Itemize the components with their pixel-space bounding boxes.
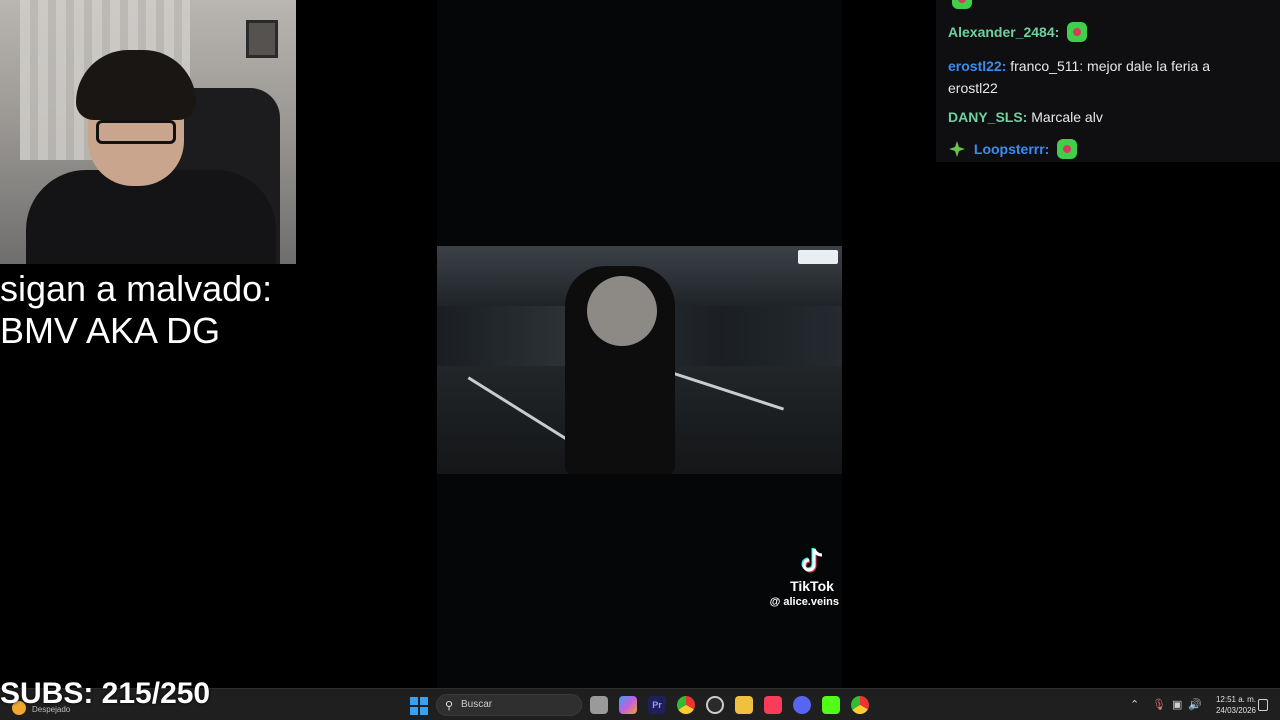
tiktok-video-pane: TikTok @ alice.veins <box>437 0 842 688</box>
microphone-icon[interactable]: 🎙 <box>1152 698 1166 711</box>
subs-counter: SUBS: 215/250 <box>0 677 211 710</box>
notification-icon[interactable] <box>1258 699 1268 711</box>
tiktok-video-frame <box>437 246 842 474</box>
start-button[interactable] <box>410 697 428 715</box>
webcam-feed <box>0 0 296 264</box>
chrome-profile-icon[interactable] <box>851 696 869 714</box>
discord-icon[interactable] <box>793 696 811 714</box>
chat-message: Alexander_2484: <box>948 21 1248 43</box>
video-person-arms <box>587 276 657 346</box>
tiktok-logo-icon <box>801 548 823 573</box>
chat-username: DANY_SLS: <box>948 109 1028 125</box>
chat-username: erostl22: <box>948 58 1007 74</box>
search-placeholder: Buscar <box>461 699 493 710</box>
volume-icon[interactable]: 🔊 <box>1188 698 1202 711</box>
file-explorer-icon[interactable] <box>735 696 753 714</box>
premiere-pro-icon[interactable]: Pr <box>648 696 666 714</box>
stream-caption: sigan a malvado: BMV AKA DG <box>0 268 272 352</box>
pepe-emote-icon <box>952 0 972 9</box>
search-icon: ⚲ <box>445 700 454 712</box>
chat-username: Loopsterrr: <box>973 141 1050 157</box>
system-clock[interactable]: 12:51 a. m. 24/03/2026 <box>1204 694 1256 716</box>
chat-message: Loopsterrr: <box>948 138 1248 160</box>
pepe-emote-icon <box>1067 22 1088 42</box>
caption-line-2: BMV AKA DG <box>0 310 221 351</box>
prime-badge-icon <box>949 141 965 157</box>
clock-date: 24/03/2026 <box>1215 706 1256 715</box>
network-icon[interactable]: ▣ <box>1172 698 1182 711</box>
kick-icon[interactable] <box>822 696 840 714</box>
taskbar-search[interactable]: ⚲ Buscar <box>436 694 582 716</box>
chat-message: DANY_SLS: Marcale alv <box>948 106 1248 128</box>
caption-line-1: sigan a malvado: <box>0 268 273 309</box>
video-light <box>798 250 838 264</box>
chrome-icon[interactable] <box>677 696 695 714</box>
tiktok-username: @ alice.veins <box>769 596 839 608</box>
chat-message: erostl22: franco_511: mejor dale la feri… <box>948 55 1248 99</box>
copilot-icon[interactable] <box>619 696 637 714</box>
chat-text: Marcale alv <box>1031 109 1103 125</box>
chevron-up-icon[interactable]: ⌃ <box>1130 698 1139 711</box>
pepe-emote-icon <box>1057 139 1078 159</box>
webcam-streamer-glasses <box>96 120 176 144</box>
tiktok-brand-label: TikTok <box>790 578 834 594</box>
chat-username: Alexander_2484: <box>948 24 1060 40</box>
task-view-icon[interactable] <box>590 696 608 714</box>
clock-time: 12:51 a. m. <box>1215 695 1256 704</box>
chat-message-partial <box>948 0 1248 10</box>
obs-icon[interactable] <box>706 696 724 714</box>
webcam-wall-frame <box>246 20 278 58</box>
chat-overlay: Alexander_2484: erostl22: franco_511: me… <box>936 0 1280 162</box>
apple-music-icon[interactable] <box>764 696 782 714</box>
